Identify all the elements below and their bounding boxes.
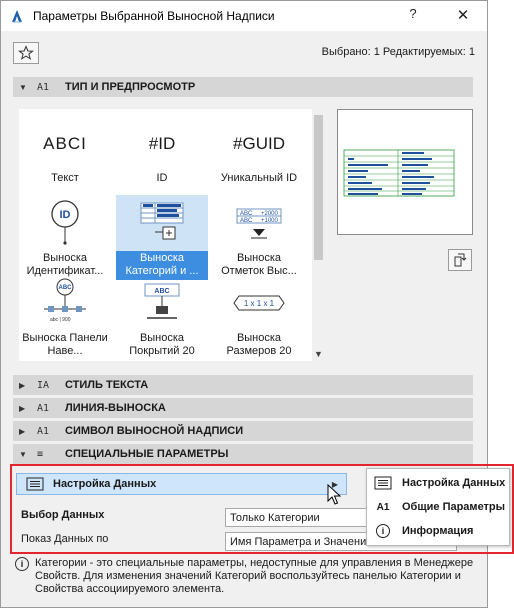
menu-item-label: Информация [402,525,474,537]
preview-table-graphic [343,149,455,197]
gallery-item-cover-callout[interactable]: ABC Выноска Покрытий 20 [116,275,208,360]
gallery-item-size-callout[interactable]: 1 x 1 x 1 Выноска Размеров 20 [213,275,305,360]
label-type-icon: A1 [37,81,50,93]
info-note: i Категории - это специальные параметры,… [15,557,485,596]
section-label: СПЕЦИАЛЬНЫЕ ПАРАМЕТРЫ [65,448,229,460]
label-icon: A1 [376,501,390,513]
info-icon: i [376,524,390,538]
gallery-item-guid[interactable]: #GUID Уникальный ID [213,115,305,187]
data-selection-label: Выбор Данных [21,509,105,521]
expanded-triangle-icon: ▼ [19,82,27,92]
gallery-item-panel-callout[interactable]: ABC abc | 900 Выноска Панели Наве... [19,275,111,360]
gallery-item-label: ID [156,172,168,184]
gallery-item-id[interactable]: #ID ID [116,115,208,187]
collapsed-triangle-icon: ▶ [19,380,26,390]
panel-callout-icon: ABC abc | 900 [44,278,86,323]
svg-text:ABC: ABC [240,218,253,224]
svg-text:+1000: +1000 [261,218,279,224]
section-label: ТИП И ПРЕДПРОСМОТР [65,81,196,93]
svg-text:ABC: ABC [240,211,253,217]
menu-item-information[interactable]: i Информация [367,520,509,542]
gallery-item-label: Выноска Размеров 20 [226,332,292,357]
rotate-preview-icon [454,253,467,267]
preview-orientation-button[interactable] [448,249,472,271]
menu-item-data-settings[interactable]: Настройка Данных [367,472,509,494]
window-title: Параметры Выбранной Выносной Надписи [33,9,275,23]
scroll-down-icon[interactable]: ▼ [312,349,325,359]
size-callout-icon: 1 x 1 x 1 [233,295,285,311]
gallery-item-label: Уникальный ID [220,172,298,184]
section-type-preview[interactable]: ▼ A1 ТИП И ПРЕДПРОСМОТР [13,77,473,97]
gallery-item-label: Текст [51,172,79,184]
menu-item-label: Настройка Данных [402,477,506,489]
label-type-gallery: ABCI Текст #ID ID #GUID Уникальный ID ID… [19,109,312,361]
section-label: СТИЛЬ ТЕКСТА [65,379,149,391]
svg-text:+2000: +2000 [261,211,279,217]
selection-info: Выбрано: 1 Редактируемых: 1 [321,46,475,58]
id-callout-icon: ID [51,200,79,245]
section-text-style[interactable]: ▶ IA СТИЛЬ ТЕКСТА [13,375,473,395]
category-table-icon [140,202,184,240]
guid-label-icon: #GUID [233,133,285,153]
leader-line-icon: A1 [37,402,50,414]
collapsed-triangle-icon: ▶ [19,426,26,436]
star-icon [18,45,34,60]
gallery-item-elevation-callout[interactable]: ABC +2000 ABC +1000 Выноска Отметок Выс.… [213,195,305,280]
elevation-callout-icon: ABC +2000 ABC +1000 [236,208,282,239]
id-label-icon: #ID [148,133,176,153]
gallery-item-id-callout[interactable]: ID Выноска Идентификат... [19,195,111,280]
info-text: Категории - это специальные параметры, н… [35,557,474,595]
app-icon [12,10,22,23]
gallery-item-text[interactable]: ABCI Текст [19,115,111,187]
data-display-label: Показ Данных по [21,533,109,545]
section-custom-params[interactable]: ▼ ≡ СПЕЦИАЛЬНЫЕ ПАРАМЕТРЫ [13,444,473,464]
info-icon: i [15,557,29,571]
list-icon [374,476,392,490]
mouse-cursor-icon [327,484,342,505]
menu-item-general-params[interactable]: A1 Общие Параметры [367,496,509,518]
section-leader-line[interactable]: ▶ A1 ЛИНИЯ-ВЫНОСКА [13,398,473,418]
help-button[interactable]: ? [403,6,423,21]
cover-callout-icon: ABC [144,283,180,319]
favorites-star-button[interactable] [13,42,39,64]
gallery-item-category-callout[interactable]: Выноска Категорий и ... [116,195,208,280]
close-button[interactable]: ✕ [453,6,473,24]
section-label: СИМВОЛ ВЫНОСНОЙ НАДПИСИ [65,425,244,437]
svg-text:ABC: ABC [154,288,169,295]
svg-text:ID: ID [60,209,71,221]
text-style-icon: IA [37,379,50,391]
label-preview [337,109,473,235]
section-label: ЛИНИЯ-ВЫНОСКА [65,402,166,414]
expanded-triangle-icon: ▼ [19,449,27,459]
menu-item-label: Общие Параметры [402,501,506,513]
gallery-scrollbar[interactable]: ▼ [312,109,325,361]
data-settings-label: Настройка Данных [53,478,157,490]
label-symbol-icon: A1 [37,425,50,437]
gallery-item-label: Выноска Панели Наве... [22,332,108,357]
gallery-item-label: Выноска Покрытий 20 [129,332,195,357]
svg-text:1 x 1 x 1: 1 x 1 x 1 [244,299,275,308]
section-label-symbol[interactable]: ▶ A1 СИМВОЛ ВЫНОСНОЙ НАДПИСИ [13,421,473,441]
data-settings-popup-menu: Настройка Данных A1 Общие Параметры i Ин… [366,468,510,546]
custom-params-icon: ≡ [37,448,44,460]
collapsed-triangle-icon: ▶ [19,403,26,413]
data-settings-button[interactable]: Настройка Данных ▶ [16,473,347,495]
scrollbar-thumb[interactable] [314,115,323,260]
list-icon [26,477,44,491]
svg-text:abc | 900: abc | 900 [50,317,71,323]
title-bar: Параметры Выбранной Выносной Надписи ? ✕ [1,1,487,31]
text-label-icon: ABCI [43,133,87,153]
svg-text:ABC: ABC [59,285,73,291]
